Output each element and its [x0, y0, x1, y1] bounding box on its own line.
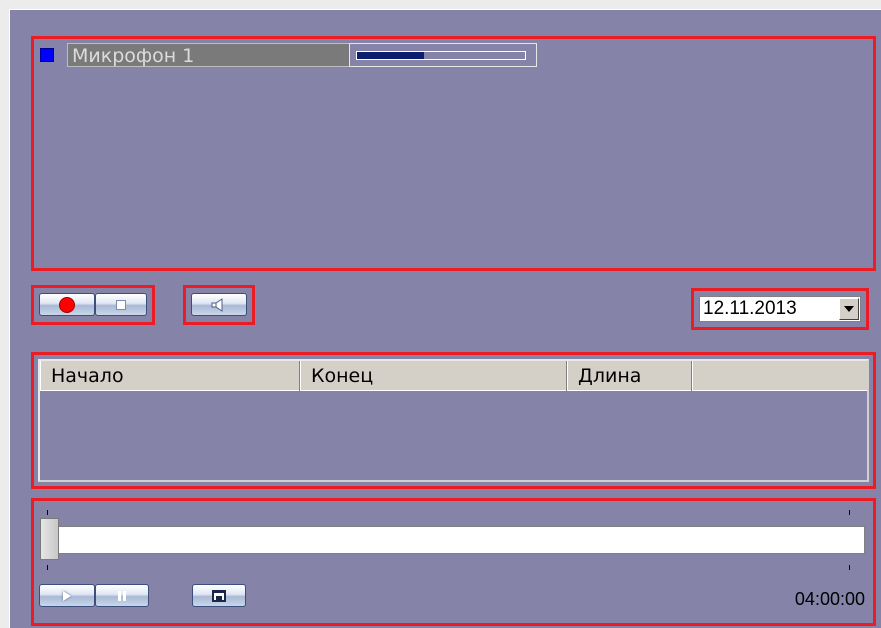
table-header: Начало Конец Длина: [40, 361, 867, 391]
microphone-panel: Микрофон 1: [31, 36, 876, 271]
save-button[interactable]: [192, 584, 246, 607]
record-icon: [59, 296, 75, 313]
records-table-box: Начало Конец Длина: [31, 352, 876, 489]
timeline-tick: [849, 565, 850, 570]
microphone-name: Микрофон 1: [67, 43, 349, 67]
microphone-row[interactable]: Микрофон 1: [40, 43, 546, 67]
save-icon: [212, 589, 226, 602]
playback-timeline[interactable]: [40, 526, 865, 554]
pause-icon: [118, 590, 126, 601]
microphone-color-indicator: [40, 48, 54, 62]
pause-button[interactable]: [95, 584, 149, 607]
chevron-down-icon: [844, 306, 854, 312]
records-table[interactable]: Начало Конец Длина: [38, 359, 869, 482]
column-header-empty: [692, 361, 867, 391]
speaker-button[interactable]: [191, 293, 247, 316]
playback-duration: 04:00:00: [794, 589, 865, 609]
column-header-start[interactable]: Начало: [40, 361, 300, 391]
play-button[interactable]: [39, 584, 95, 607]
audio-monitor-window: Микрофон 1 12.11.2013 Начало Конец Длина…: [9, 9, 881, 628]
playback-controls: 04:00:00: [31, 498, 876, 626]
column-header-length[interactable]: Длина: [567, 361, 692, 391]
level-track: [356, 51, 526, 60]
timeline-tick: [47, 510, 48, 515]
level-fill: [357, 52, 424, 59]
date-picker-box: 12.11.2013: [691, 288, 869, 330]
date-value: 12.11.2013: [703, 298, 797, 319]
date-dropdown-button[interactable]: [839, 298, 859, 320]
timeline-slider-thumb[interactable]: [40, 518, 59, 560]
speaker-controls: [183, 285, 255, 325]
speaker-icon: [211, 297, 223, 312]
microphone-level-meter: [349, 43, 537, 67]
timeline-tick: [849, 510, 850, 515]
stop-button[interactable]: [95, 293, 147, 316]
play-icon: [63, 590, 71, 601]
record-button[interactable]: [39, 293, 95, 316]
date-picker[interactable]: 12.11.2013: [699, 296, 861, 322]
stop-icon: [116, 299, 126, 310]
column-header-end[interactable]: Конец: [300, 361, 567, 391]
record-controls: [31, 285, 155, 325]
timeline-tick: [47, 565, 48, 570]
